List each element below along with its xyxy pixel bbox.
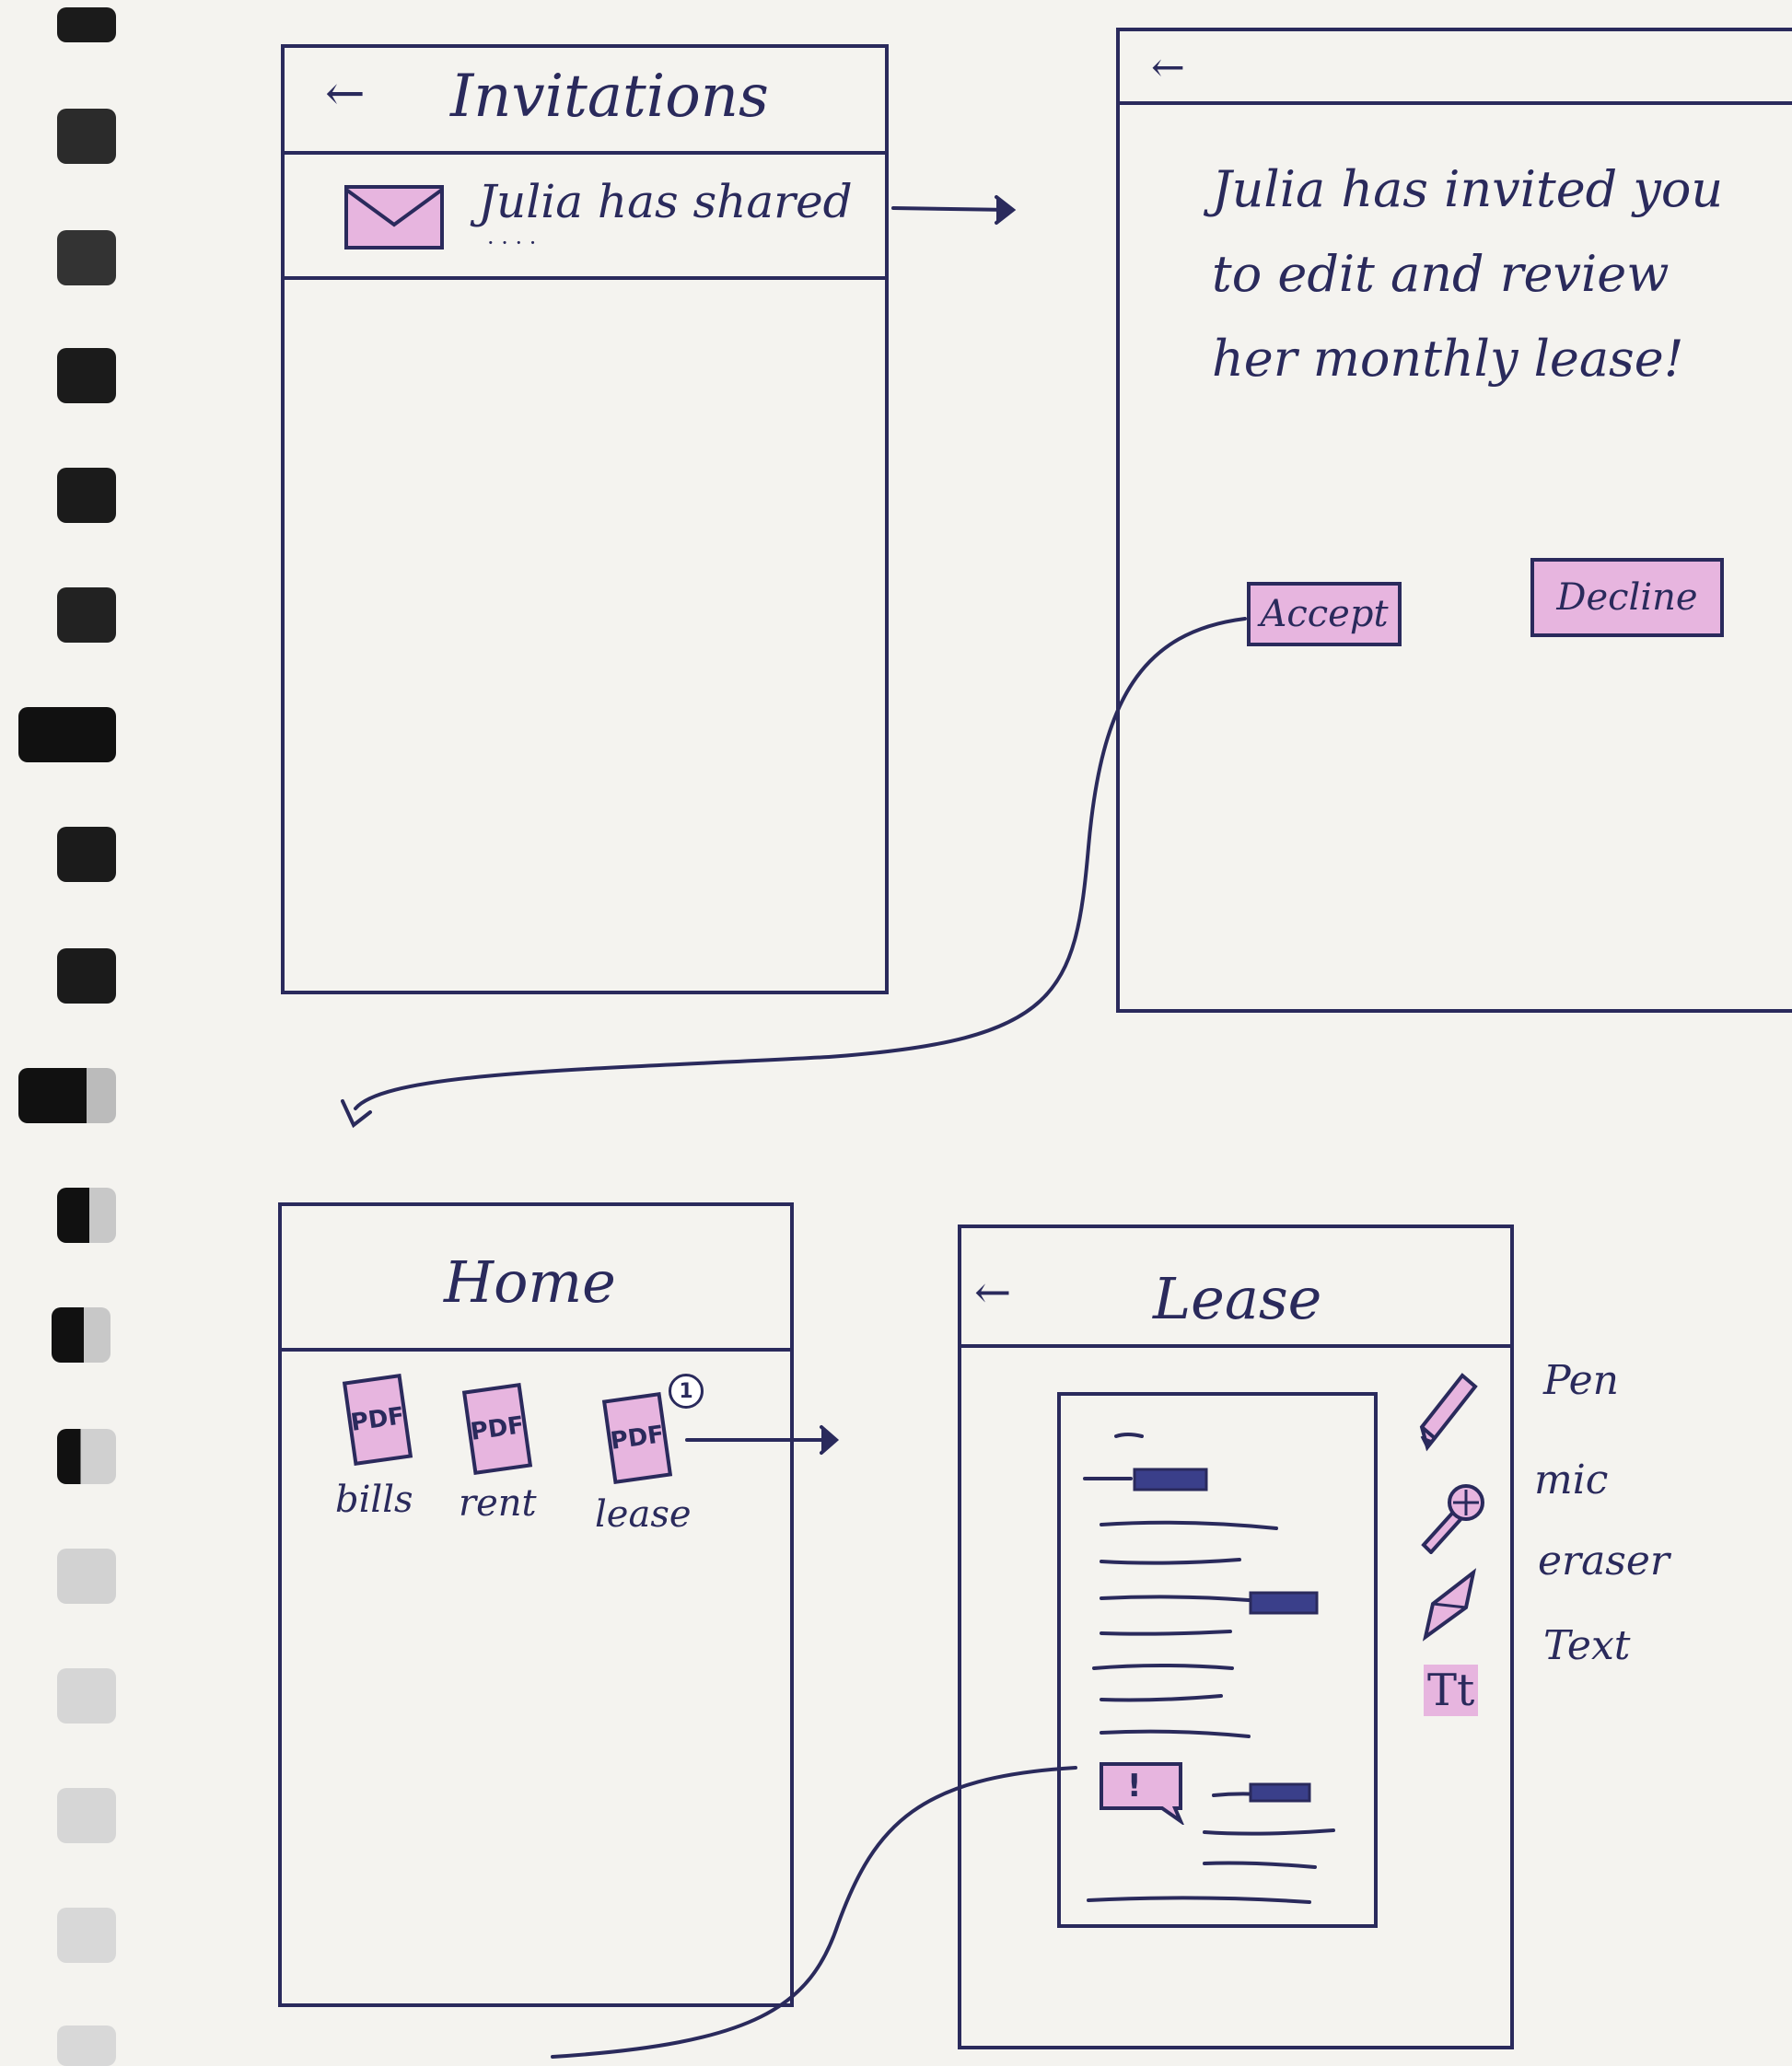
flow-arrows — [341, 195, 1247, 2059]
flow-arrow — [354, 617, 1247, 1110]
flow-arrow — [551, 1766, 1077, 2059]
flow-arrow — [891, 206, 1013, 212]
